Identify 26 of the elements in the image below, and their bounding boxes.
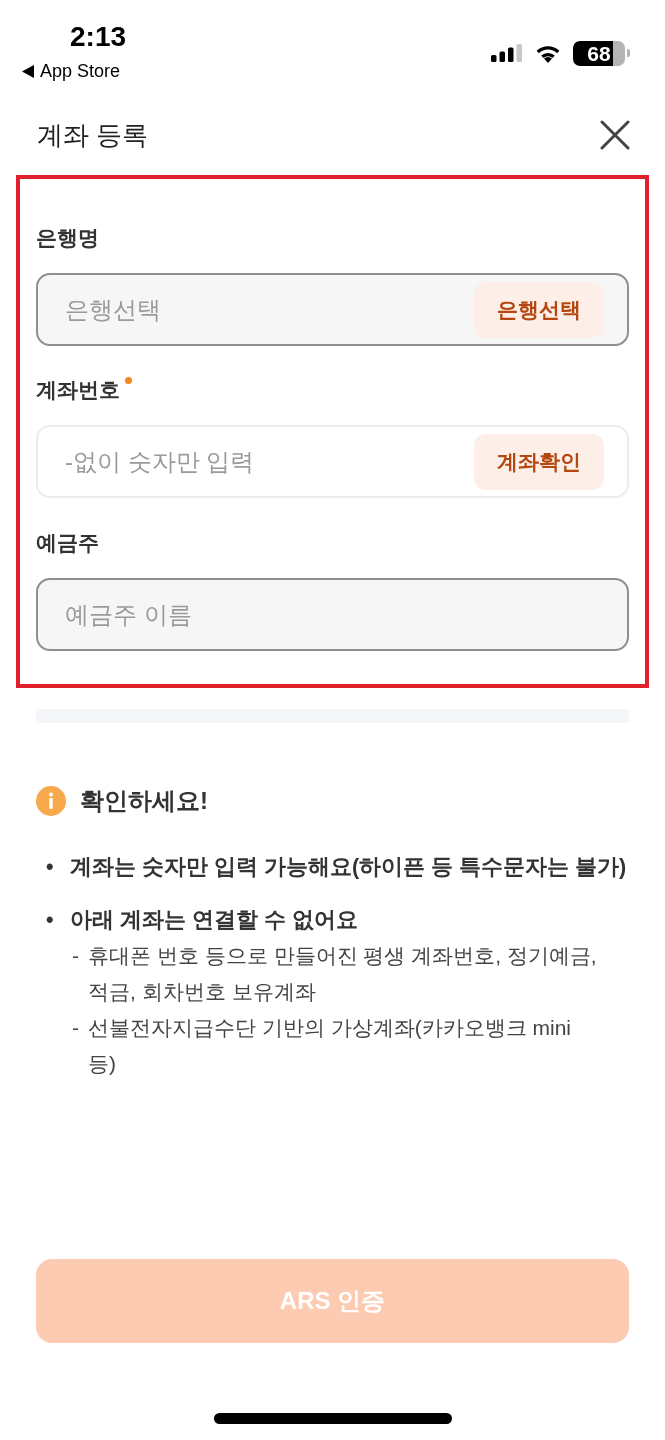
notice-item-text: 계좌는 숫자만 입력 가능해요(하이픈 등 특수문자는 불가) <box>70 854 627 881</box>
list-marker: - <box>71 1015 80 1041</box>
list-marker: • <box>45 907 55 934</box>
list-marker: • <box>45 854 55 881</box>
notice-item-text: 아래 계좌는 연결할 수 없어요 <box>70 907 358 934</box>
notice-subitem-text: 선불전자지급수단 기반의 가상계좌(카카오뱅크 mini 등) <box>88 1015 572 1077</box>
wifi-icon <box>535 43 561 63</box>
signal-icon <box>491 44 523 62</box>
list-marker: - <box>71 943 80 969</box>
input-field[interactable]: -없이 숫자만 입력 계좌확인 <box>36 425 629 498</box>
field-label: 은행명 <box>36 225 99 251</box>
info-icon <box>36 786 66 816</box>
back-icon <box>22 64 34 78</box>
notice-title: 확인하세요! <box>80 786 208 816</box>
field-label: 계좌번호 <box>36 377 120 403</box>
field-action-button[interactable]: 계좌확인 <box>474 433 604 490</box>
battery-indicator: 68 <box>573 40 630 66</box>
status-time: 2:13 <box>70 20 127 54</box>
notice-subitem-text: 휴대폰 번호 등으로 만들어진 평생 계좌번호, 정기예금, 적금, 회차번호 보유계좌 <box>88 943 598 1005</box>
page-title: 계좌 등록 <box>37 119 149 152</box>
close-icon[interactable] <box>600 120 630 150</box>
field-action-button[interactable]: 은행선택 <box>474 281 604 338</box>
input-field[interactable]: 예금주 이름 <box>36 578 629 651</box>
input-field[interactable]: 은행선택 은행선택 <box>36 273 629 346</box>
field-label: 예금주 <box>36 530 99 556</box>
back-to-app-link[interactable]: App Store <box>22 60 121 82</box>
